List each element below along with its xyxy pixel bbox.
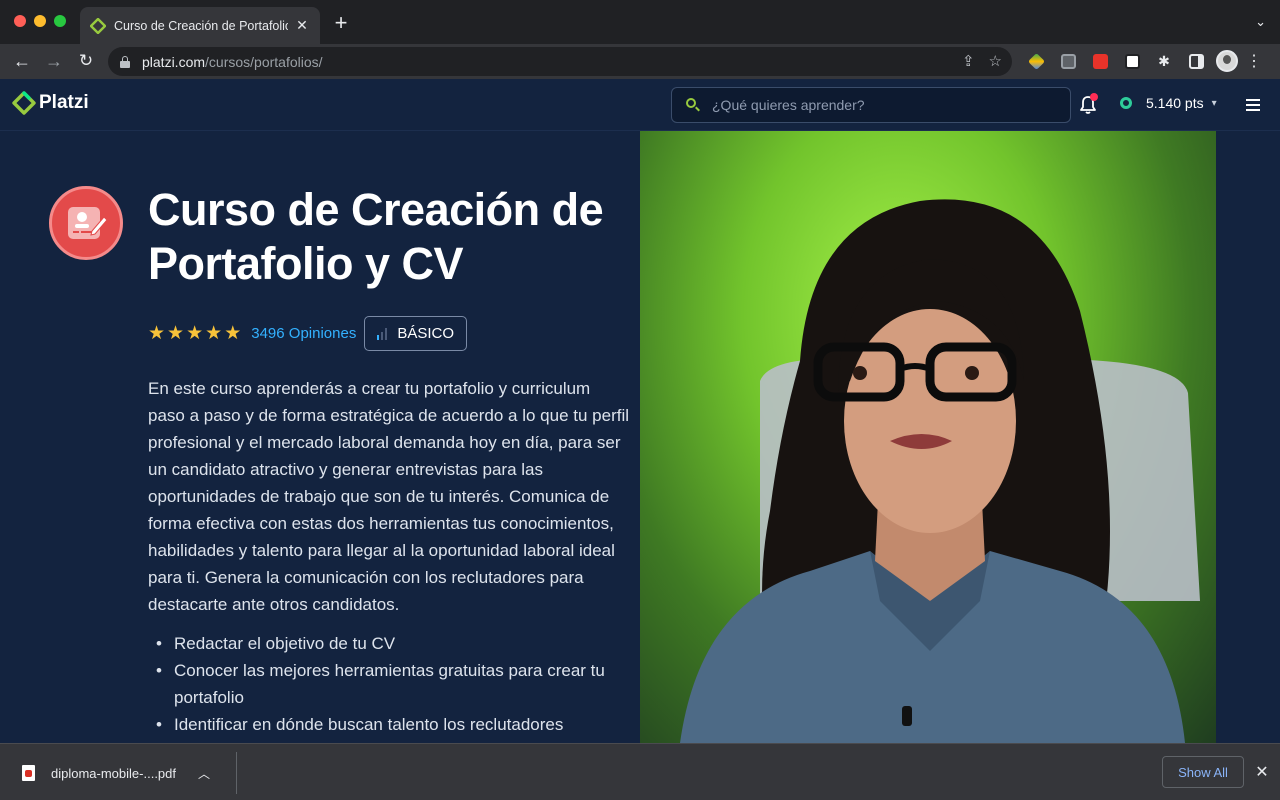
logo-text: Platzi	[39, 92, 89, 113]
address-bar[interactable]: platzi.com/cursos/portafolios/ ⇪ ☆	[108, 47, 1012, 76]
extension-drive-icon[interactable]	[1024, 50, 1048, 72]
share-icon[interactable]: ⇪	[962, 52, 975, 70]
course-badge-icon	[49, 186, 123, 260]
url-path: /cursos/portafolios/	[205, 53, 323, 70]
bookmark-star-icon[interactable]: ☆	[989, 52, 1002, 70]
extensions-puzzle-icon[interactable]: ✱	[1152, 50, 1176, 72]
url-host: platzi.com	[142, 53, 206, 70]
points-menu[interactable]: 5.140 pts ▾	[1120, 95, 1217, 111]
platzi-favicon-icon	[90, 17, 106, 34]
objective-item: Redactar el objetivo de tu CV	[148, 630, 630, 657]
tab-search-chevron-icon[interactable]: ⌄	[1255, 14, 1266, 30]
star-icon: ★	[224, 323, 242, 344]
download-file-name: diploma-mobile-....pdf	[51, 765, 176, 781]
course-objectives-list: Redactar el objetivo de tu CV Conocer la…	[148, 630, 630, 738]
window-zoom-button[interactable]	[54, 15, 66, 27]
tab-title: Curso de Creación de Portafolio	[114, 18, 288, 33]
pdf-file-icon	[22, 765, 35, 781]
course-description: En este curso aprenderás a crear tu port…	[148, 379, 630, 614]
window-close-button[interactable]	[14, 15, 26, 27]
star-icon: ★	[205, 323, 223, 344]
download-item[interactable]: diploma-mobile-....pdf ︿	[16, 756, 210, 790]
browser-menu-icon[interactable]: ⋮	[1246, 51, 1262, 71]
extension-mega-icon[interactable]	[1088, 50, 1112, 72]
objective-item: Identificar en dónde buscan talento los …	[148, 711, 630, 738]
extension-notion-icon[interactable]	[1120, 50, 1144, 72]
reviews-link[interactable]: 3496 Opiniones	[251, 325, 356, 342]
lock-icon[interactable]	[120, 55, 130, 68]
page-right-gutter	[1216, 131, 1280, 743]
course-teacher-image	[640, 131, 1216, 743]
level-label: BÁSICO	[397, 325, 455, 342]
chevron-down-icon: ▾	[1211, 97, 1217, 109]
star-icon: ★	[186, 323, 204, 344]
platzi-logo-icon	[12, 91, 36, 115]
forward-button[interactable]: →	[43, 50, 65, 72]
level-bars-icon	[377, 327, 388, 340]
new-tab-button[interactable]: +	[330, 12, 352, 34]
reload-button[interactable]: ↻	[75, 50, 97, 72]
platzi-logo[interactable]: Platzi	[12, 91, 89, 115]
download-shelf: diploma-mobile-....pdf ︿ Show All ✕	[0, 743, 1280, 800]
points-value: 5.140 pts	[1146, 95, 1204, 111]
points-icon	[1120, 97, 1132, 109]
back-button[interactable]: ←	[11, 50, 33, 72]
side-panel-icon[interactable]	[1184, 50, 1208, 72]
notification-dot	[1090, 93, 1098, 101]
search-bar[interactable]	[671, 87, 1071, 123]
close-icon[interactable]: ✕	[1254, 762, 1270, 782]
browser-tab-active[interactable]: Curso de Creación de Portafolio ✕	[80, 7, 320, 44]
star-icon: ★	[148, 323, 166, 344]
search-icon	[686, 98, 700, 112]
tab-close-icon[interactable]: ✕	[294, 17, 310, 34]
browser-toolbar: ← → ↻ platzi.com/cursos/portafolios/ ⇪ ☆…	[0, 44, 1280, 79]
course-title: Curso de Creación de Portafolio y CV	[148, 184, 604, 289]
star-icon: ★	[167, 323, 185, 344]
hamburger-menu-icon[interactable]	[1246, 99, 1260, 111]
rating-row: ★ ★ ★ ★ ★ 3496 Opiniones BÁSICO	[148, 316, 468, 351]
level-badge: BÁSICO	[364, 316, 468, 351]
extensions-area: ✱ ⋮	[1024, 50, 1262, 72]
shelf-divider	[236, 752, 237, 794]
site-header: Platzi 5.140 pts ▾	[0, 79, 1280, 131]
search-input[interactable]	[712, 97, 1052, 113]
window-minimize-button[interactable]	[34, 15, 46, 27]
browser-tab-bar: Curso de Creación de Portafolio ✕ + ⌄	[0, 0, 1280, 44]
profile-avatar[interactable]	[1216, 50, 1238, 72]
chevron-up-icon[interactable]: ︿	[198, 765, 210, 782]
platzi-page: Platzi 5.140 pts ▾	[0, 79, 1280, 743]
extension-tab-icon[interactable]	[1056, 50, 1080, 72]
rating-stars: ★ ★ ★ ★ ★	[148, 322, 241, 345]
show-all-button[interactable]: Show All	[1162, 756, 1244, 788]
objective-item: Conocer las mejores herramientas gratuit…	[148, 657, 630, 711]
